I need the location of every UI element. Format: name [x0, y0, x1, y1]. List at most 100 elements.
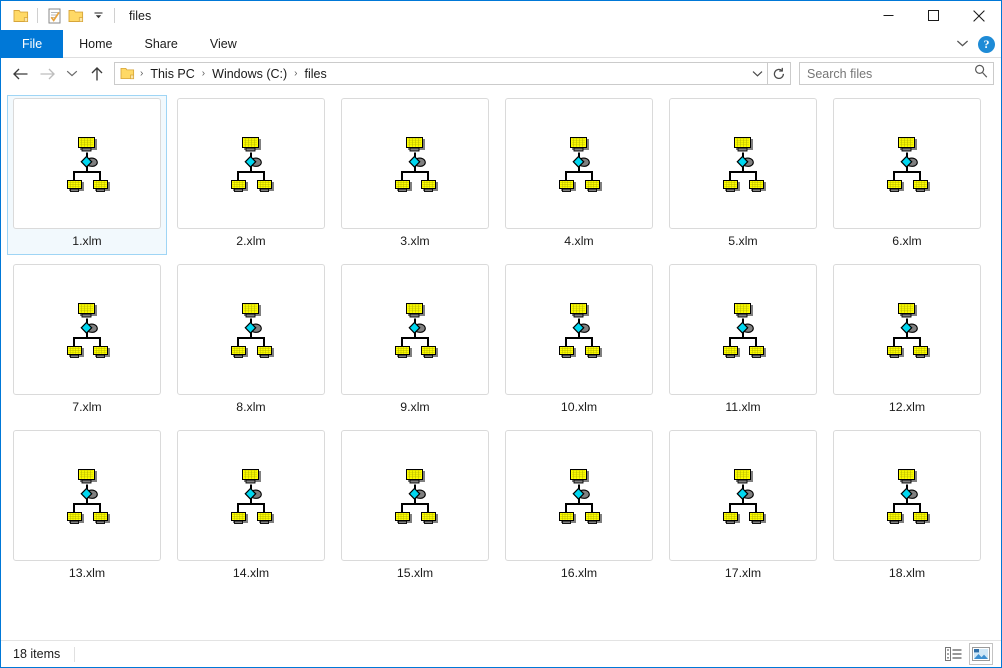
breadcrumb-item-windows-c[interactable]: Windows (C:): [208, 67, 291, 81]
search-icon[interactable]: [974, 64, 988, 83]
tab-file[interactable]: File: [1, 30, 63, 58]
file-thumbnail[interactable]: [833, 430, 981, 561]
recent-locations-chevron-icon[interactable]: [61, 61, 83, 87]
file-name-label: 17.xlm: [725, 566, 761, 580]
file-thumbnail[interactable]: [341, 430, 489, 561]
window-controls: [866, 1, 1001, 30]
file-thumbnail[interactable]: [833, 264, 981, 395]
network-computers-icon: [61, 468, 113, 524]
file-tile[interactable]: 1.xlm: [7, 95, 167, 255]
file-thumbnail[interactable]: [669, 430, 817, 561]
folder-icon[interactable]: [10, 5, 32, 27]
breadcrumb-separator-1[interactable]: ›: [199, 68, 208, 79]
file-tile[interactable]: 5.xlm: [663, 95, 823, 255]
chevron-down-icon[interactable]: [956, 35, 969, 53]
file-name-label: 6.xlm: [892, 234, 921, 248]
file-name-label: 1.xlm: [72, 234, 101, 248]
tab-share[interactable]: Share: [129, 30, 194, 58]
file-tile[interactable]: 9.xlm: [335, 261, 495, 421]
help-icon[interactable]: ?: [978, 36, 995, 53]
breadcrumb[interactable]: › This PC › Windows (C:) › files: [114, 62, 768, 85]
file-name-label: 2.xlm: [236, 234, 265, 248]
file-thumbnail[interactable]: [505, 98, 653, 229]
status-separator: [74, 647, 75, 662]
new-folder-icon[interactable]: [65, 5, 87, 27]
address-dropdown-chevron-icon[interactable]: [748, 63, 767, 84]
breadcrumb-item-this-pc[interactable]: This PC: [146, 67, 198, 81]
file-thumbnail[interactable]: [13, 430, 161, 561]
search-input[interactable]: [807, 67, 974, 81]
network-computers-icon: [225, 468, 277, 524]
file-thumbnail[interactable]: [669, 98, 817, 229]
file-name-label: 12.xlm: [889, 400, 925, 414]
file-tile[interactable]: 18.xlm: [827, 427, 987, 587]
file-tile[interactable]: 12.xlm: [827, 261, 987, 421]
file-tile[interactable]: 15.xlm: [335, 427, 495, 587]
file-thumbnail[interactable]: [13, 98, 161, 229]
file-tile[interactable]: 8.xlm: [171, 261, 331, 421]
breadcrumb-item-files[interactable]: files: [301, 67, 331, 81]
file-thumbnail[interactable]: [669, 264, 817, 395]
file-thumbnail[interactable]: [341, 98, 489, 229]
network-computers-icon: [389, 302, 441, 358]
file-tile[interactable]: 10.xlm: [499, 261, 659, 421]
file-thumbnail[interactable]: [505, 430, 653, 561]
file-tile[interactable]: 17.xlm: [663, 427, 823, 587]
file-thumbnail[interactable]: [13, 264, 161, 395]
qat-separator-2: [114, 8, 115, 23]
up-button[interactable]: [83, 61, 110, 87]
maximize-button[interactable]: [911, 1, 956, 30]
file-list-view[interactable]: 1.xlm: [1, 89, 1001, 640]
status-bar: 18 items: [1, 640, 1001, 667]
details-view-button[interactable]: [941, 643, 965, 665]
file-tile[interactable]: 14.xlm: [171, 427, 331, 587]
close-button[interactable]: [956, 1, 1001, 30]
properties-icon[interactable]: [43, 5, 65, 27]
refresh-button[interactable]: [768, 62, 791, 85]
file-tile[interactable]: 7.xlm: [7, 261, 167, 421]
network-computers-icon: [61, 302, 113, 358]
tab-home[interactable]: Home: [63, 30, 128, 58]
ribbon-right-controls: ?: [956, 30, 995, 58]
file-thumbnail[interactable]: [505, 264, 653, 395]
network-computers-icon: [553, 302, 605, 358]
file-tile[interactable]: 3.xlm: [335, 95, 495, 255]
file-name-label: 10.xlm: [561, 400, 597, 414]
network-computers-icon: [881, 468, 933, 524]
file-thumbnail[interactable]: [341, 264, 489, 395]
file-tile[interactable]: 16.xlm: [499, 427, 659, 587]
network-computers-icon: [225, 302, 277, 358]
network-computers-icon: [717, 136, 769, 192]
file-grid: 1.xlm: [7, 95, 997, 593]
minimize-button[interactable]: [866, 1, 911, 30]
view-mode-buttons: [941, 641, 993, 667]
file-thumbnail[interactable]: [177, 430, 325, 561]
breadcrumb-separator-2[interactable]: ›: [291, 68, 300, 79]
large-icons-view-button[interactable]: [969, 643, 993, 665]
network-computers-icon: [61, 136, 113, 192]
file-thumbnail[interactable]: [833, 98, 981, 229]
file-tile[interactable]: 11.xlm: [663, 261, 823, 421]
file-tile[interactable]: 4.xlm: [499, 95, 659, 255]
breadcrumb-folder-icon[interactable]: [120, 67, 135, 80]
file-thumbnail[interactable]: [177, 98, 325, 229]
qat-separator-1: [37, 8, 38, 23]
file-thumbnail[interactable]: [177, 264, 325, 395]
network-computers-icon: [553, 468, 605, 524]
customize-quick-access-chevron-icon[interactable]: [87, 5, 109, 27]
file-name-label: 9.xlm: [400, 400, 429, 414]
back-button[interactable]: [7, 61, 34, 87]
file-name-label: 4.xlm: [564, 234, 593, 248]
tab-view[interactable]: View: [194, 30, 253, 58]
file-tile[interactable]: 2.xlm: [171, 95, 331, 255]
file-name-label: 5.xlm: [728, 234, 757, 248]
breadcrumb-separator-0[interactable]: ›: [137, 68, 146, 79]
forward-button[interactable]: [34, 61, 61, 87]
file-name-label: 14.xlm: [233, 566, 269, 580]
network-computers-icon: [225, 136, 277, 192]
network-computers-icon: [717, 302, 769, 358]
file-tile[interactable]: 13.xlm: [7, 427, 167, 587]
ribbon-tab-bar: File Home Share View ?: [1, 30, 1001, 58]
search-box[interactable]: [799, 62, 994, 85]
file-tile[interactable]: 6.xlm: [827, 95, 987, 255]
